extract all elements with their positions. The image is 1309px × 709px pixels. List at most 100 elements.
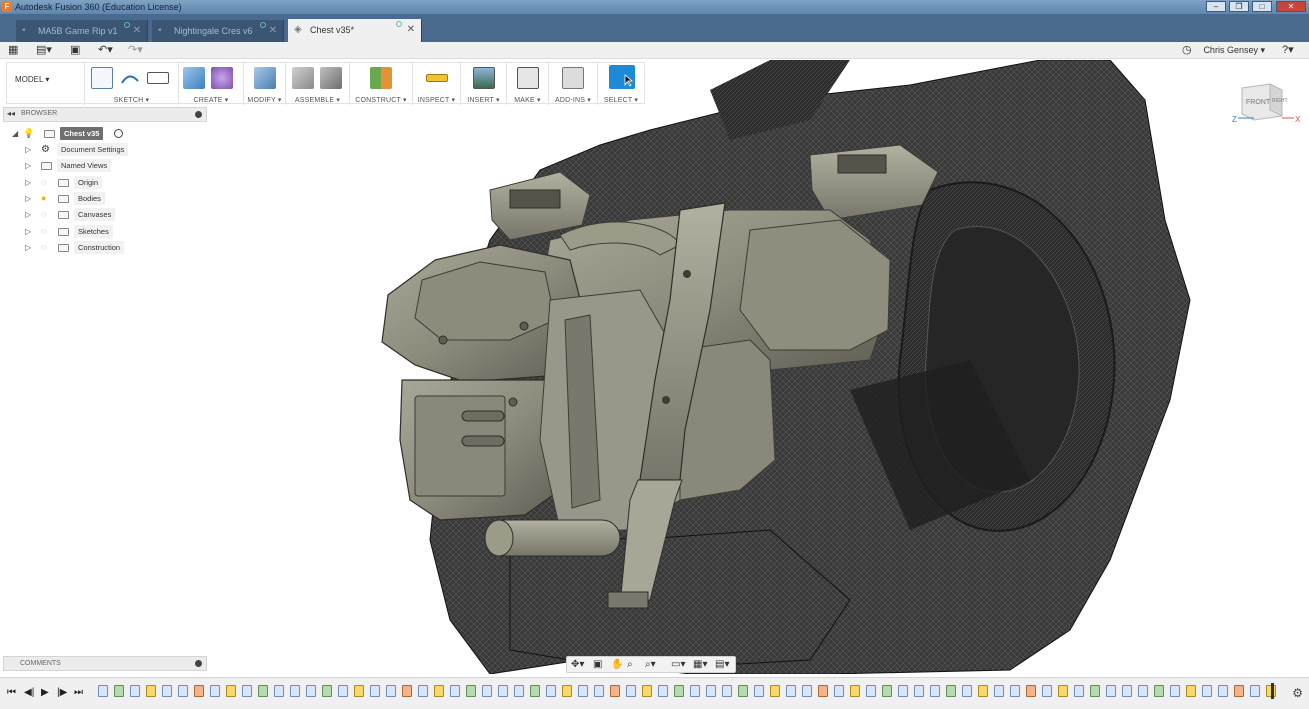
browser-panel-header[interactable]: ◂◂ BROWSER <box>3 107 207 122</box>
browser-item-document-settings[interactable]: ▷ ⚙ Document Settings <box>25 143 205 157</box>
timeline-feature-icon[interactable] <box>994 685 1004 697</box>
browser-item-named-views[interactable]: ▷ Named Views <box>25 159 205 173</box>
timeline-feature-icon[interactable] <box>194 685 204 697</box>
timeline-features[interactable] <box>98 685 1278 699</box>
look-at-icon[interactable]: ▣ <box>593 658 602 672</box>
timeline-feature-icon[interactable] <box>1010 685 1020 697</box>
orbit-icon[interactable]: ✥▾ <box>571 658 584 672</box>
expand-triangle-icon[interactable]: ▷ <box>25 208 31 221</box>
timeline-feature-icon[interactable] <box>690 685 700 697</box>
timeline-feature-icon[interactable] <box>674 685 684 697</box>
timeline-feature-icon[interactable] <box>1202 685 1212 697</box>
timeline-feature-icon[interactable] <box>130 685 140 697</box>
expand-triangle-icon[interactable]: ▷ <box>25 176 31 189</box>
timeline-feature-icon[interactable] <box>354 685 364 697</box>
browser-item-bodies[interactable]: ▷ ● Bodies <box>25 192 205 206</box>
activate-radio-icon[interactable] <box>114 129 123 138</box>
user-account-menu[interactable]: Chris Gensey ▾ <box>1203 43 1265 57</box>
expand-triangle-icon[interactable]: ◢ <box>12 127 18 140</box>
timeline-feature-icon[interactable] <box>1170 685 1180 697</box>
timeline-feature-icon[interactable] <box>962 685 972 697</box>
browser-item-origin[interactable]: ▷ ◌ Origin <box>25 176 205 190</box>
timeline-feature-icon[interactable] <box>1026 685 1036 697</box>
expand-triangle-icon[interactable]: ▷ <box>25 192 31 205</box>
timeline-feature-icon[interactable] <box>466 685 476 697</box>
timeline-feature-icon[interactable] <box>498 685 508 697</box>
timeline-feature-icon[interactable] <box>610 685 620 697</box>
timeline-feature-icon[interactable] <box>642 685 652 697</box>
timeline-feature-icon[interactable] <box>978 685 988 697</box>
expand-triangle-icon[interactable]: ▷ <box>25 143 31 156</box>
timeline-feature-icon[interactable] <box>626 685 636 697</box>
timeline-feature-icon[interactable] <box>322 685 332 697</box>
tab-document-1[interactable]: ▪ MA5B Game Rip v1 ✕ <box>16 20 148 42</box>
timeline-feature-icon[interactable] <box>338 685 348 697</box>
pan-hand-icon[interactable]: ✋ <box>611 658 623 672</box>
timeline-feature-icon[interactable] <box>402 685 412 697</box>
redo-icon[interactable]: ↷▾ <box>128 43 143 57</box>
timeline-feature-icon[interactable] <box>802 685 812 697</box>
timeline-feature-icon[interactable] <box>370 685 380 697</box>
timeline-feature-icon[interactable] <box>786 685 796 697</box>
timeline-feature-icon[interactable] <box>1042 685 1052 697</box>
collapse-panel-icon[interactable]: ◂◂ <box>7 109 15 118</box>
expand-triangle-icon[interactable]: ▷ <box>25 241 31 254</box>
timeline-feature-icon[interactable] <box>450 685 460 697</box>
timeline-feature-icon[interactable] <box>658 685 668 697</box>
line-icon[interactable] <box>119 67 141 89</box>
timeline-feature-icon[interactable] <box>418 685 428 697</box>
close-tab-icon[interactable]: ✕ <box>407 19 415 41</box>
expand-triangle-icon[interactable]: ▷ <box>25 225 31 238</box>
timeline-feature-icon[interactable] <box>898 685 908 697</box>
timeline-feature-icon[interactable] <box>882 685 892 697</box>
grid-settings-icon[interactable]: ▦▾ <box>693 658 707 672</box>
timeline-feature-icon[interactable] <box>146 685 156 697</box>
timeline-feature-icon[interactable] <box>1122 685 1132 697</box>
timeline-feature-icon[interactable] <box>530 685 540 697</box>
app-grid-icon[interactable]: ▦ <box>8 43 18 57</box>
timeline-feature-icon[interactable] <box>722 685 732 697</box>
tab-document-2[interactable]: ▪ Nightingale Cres v6 ✕ <box>152 20 284 42</box>
visibility-bulb-icon[interactable]: 💡 <box>23 128 34 139</box>
create-sketch-icon[interactable] <box>91 67 113 89</box>
display-settings-icon[interactable]: ▭▾ <box>671 658 685 672</box>
timeline-feature-icon[interactable] <box>1106 685 1116 697</box>
browser-item-canvases[interactable]: ▷ ◌ Canvases <box>25 208 205 222</box>
job-status-icon[interactable]: ◷ <box>1182 43 1192 57</box>
zoom-icon[interactable]: ⌕ <box>627 658 633 672</box>
timeline-feature-icon[interactable] <box>1058 685 1068 697</box>
timeline-feature-icon[interactable] <box>258 685 268 697</box>
timeline-feature-icon[interactable] <box>946 685 956 697</box>
visibility-bulb-icon[interactable]: ● <box>41 193 50 204</box>
play-icon[interactable]: ▶ <box>41 687 49 698</box>
timeline-feature-icon[interactable] <box>562 685 572 697</box>
timeline-feature-icon[interactable] <box>818 685 828 697</box>
rectangle-icon[interactable] <box>147 72 169 84</box>
timeline-feature-icon[interactable] <box>1218 685 1228 697</box>
timeline-feature-icon[interactable] <box>386 685 396 697</box>
timeline-feature-icon[interactable] <box>178 685 188 697</box>
timeline-feature-icon[interactable] <box>914 685 924 697</box>
timeline-settings-gear-icon[interactable]: ⚙ <box>1292 686 1303 700</box>
visibility-bulb-icon[interactable]: ◌ <box>41 226 50 237</box>
3d-viewport-canvas[interactable] <box>210 60 1309 674</box>
extrude-icon[interactable] <box>183 67 205 89</box>
window-maximize-button[interactable]: □ <box>1252 1 1272 12</box>
timeline-feature-icon[interactable] <box>1138 685 1148 697</box>
timeline-feature-icon[interactable] <box>290 685 300 697</box>
timeline-marker[interactable] <box>1271 683 1274 699</box>
comments-panel-header[interactable]: COMMENTS <box>3 656 207 671</box>
timeline-feature-icon[interactable] <box>1090 685 1100 697</box>
timeline-feature-icon[interactable] <box>1074 685 1084 697</box>
timeline-feature-icon[interactable] <box>930 685 940 697</box>
visibility-bulb-icon[interactable]: ◌ <box>41 242 50 253</box>
step-forward-icon[interactable]: |▶ <box>57 687 67 698</box>
timeline-feature-icon[interactable] <box>306 685 316 697</box>
file-menu-icon[interactable]: ▤▾ <box>36 43 52 57</box>
timeline-feature-icon[interactable] <box>1154 685 1164 697</box>
browser-item-sketches[interactable]: ▷ ◌ Sketches <box>25 225 205 239</box>
close-window-button[interactable]: ✕ <box>1276 1 1306 12</box>
tab-document-3[interactable]: ◈ Chest v35* ✕ <box>288 19 422 42</box>
timeline-feature-icon[interactable] <box>850 685 860 697</box>
pin-icon[interactable] <box>195 111 202 118</box>
